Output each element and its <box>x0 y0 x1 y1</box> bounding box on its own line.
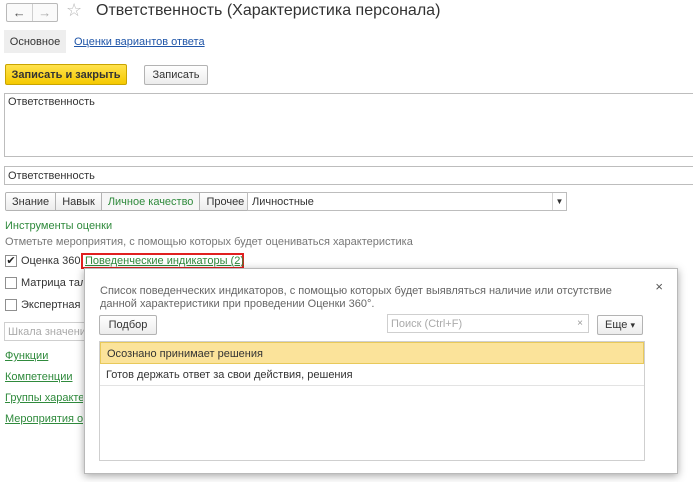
save-button[interactable]: Записать <box>144 65 208 85</box>
type-personal-quality[interactable]: Личное качество <box>100 193 200 210</box>
tab-main[interactable]: Основное <box>4 30 66 53</box>
save-and-close-button[interactable]: Записать и закрыть <box>5 64 127 85</box>
groups-link[interactable]: Группы характер <box>5 392 83 404</box>
competencies-link[interactable]: Компетенции <box>5 371 73 383</box>
arrow-right-icon[interactable]: → <box>31 4 58 21</box>
type-selector: Знание Навык Личное качество Прочее <box>5 192 252 211</box>
expert-label: Экспертная о <box>21 299 83 311</box>
category-select[interactable]: Личностные ▼ <box>247 192 567 211</box>
indicators-list: Осознано принимает решения Готов держать… <box>99 341 645 461</box>
matrix-checkbox[interactable] <box>5 277 17 289</box>
description-textarea[interactable]: Ответственность <box>4 93 693 157</box>
type-other[interactable]: Прочее <box>199 193 251 210</box>
star-icon[interactable]: ☆ <box>66 0 82 21</box>
chevron-down-icon: ▾ <box>630 319 635 330</box>
more-label: Еще <box>605 319 628 331</box>
tools-heading: Инструменты оценки <box>5 220 113 232</box>
expert-checkbox[interactable] <box>5 299 17 311</box>
type-knowledge[interactable]: Знание <box>6 193 56 210</box>
name-field[interactable]: Ответственность <box>4 166 693 185</box>
arrow-left-icon[interactable]: ← <box>7 4 32 21</box>
search-placeholder: Поиск (Ctrl+F) <box>391 318 463 330</box>
clear-icon[interactable]: × <box>572 315 588 332</box>
behavior-indicators-popup: Список поведенческих индикаторов, с помо… <box>84 268 678 474</box>
functions-link[interactable]: Функции <box>5 350 48 362</box>
page-title: Ответственность (Характеристика персонал… <box>96 2 441 19</box>
close-icon[interactable]: × <box>655 279 663 294</box>
more-button[interactable]: Еще ▾ <box>597 315 643 335</box>
popup-description: Список поведенческих индикаторов, с помо… <box>100 285 612 310</box>
history-nav: ← → <box>6 3 58 22</box>
category-value: Личностные <box>252 196 314 208</box>
eval360-checkbox[interactable]: ✔ <box>5 255 17 267</box>
list-item[interactable]: Готов держать ответ за свои действия, ре… <box>100 364 644 386</box>
check-icon: ✔ <box>6 254 16 267</box>
events-link[interactable]: Мероприятия обу <box>5 413 83 425</box>
list-item[interactable]: Осознано принимает решения <box>100 342 644 364</box>
scale-input[interactable]: Шкала значений <box>4 322 94 341</box>
chevron-down-icon[interactable]: ▼ <box>552 193 566 210</box>
eval360-label: Оценка 360 <box>21 255 81 267</box>
behavior-indicators-link[interactable]: Поведенческие индикаторы (2) <box>81 253 244 269</box>
matrix-label: Матрица тала <box>21 277 83 289</box>
pick-button[interactable]: Подбор <box>99 315 157 335</box>
search-input[interactable]: Поиск (Ctrl+F) × <box>387 314 589 333</box>
tools-hint: Отметьте мероприятия, с помощью которых … <box>5 236 413 248</box>
tab-answer-ratings[interactable]: Оценки вариантов ответа <box>74 36 205 48</box>
type-skill[interactable]: Навык <box>55 193 101 210</box>
